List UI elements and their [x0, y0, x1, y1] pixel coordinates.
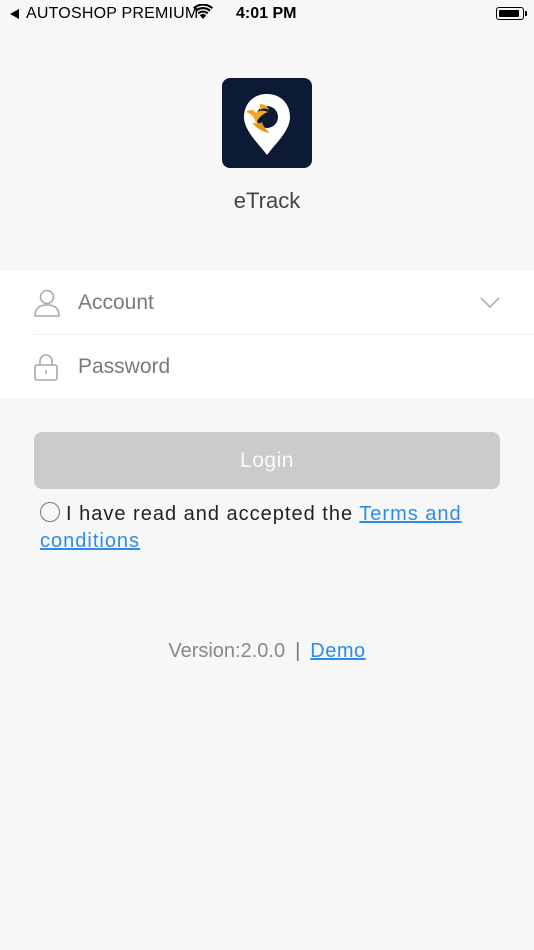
password-input[interactable]	[78, 349, 468, 385]
status-time: 4:01 PM	[236, 5, 297, 22]
version-footer: Version:2.0.0 | Demo	[0, 640, 534, 663]
terms-radio[interactable]	[40, 502, 60, 522]
user-icon	[34, 289, 60, 317]
carrier-name: AUTOSHOP PREMIUM	[26, 5, 199, 22]
terms-agreement: I have read and accepted the Terms and c…	[40, 501, 500, 555]
app-logo	[222, 78, 312, 168]
account-input[interactable]	[78, 285, 468, 321]
chevron-down-icon[interactable]	[480, 297, 500, 308]
lock-icon	[34, 354, 58, 381]
version-label: Version:2.0.0	[168, 640, 286, 662]
terms-text: I have read and accepted the	[66, 503, 360, 525]
account-row	[0, 271, 534, 335]
status-bar: AUTOSHOP PREMIUM 4:01 PM	[0, 0, 534, 28]
back-arrow-icon[interactable]	[10, 9, 19, 19]
password-row	[0, 335, 534, 398]
login-button[interactable]: Login	[34, 432, 500, 489]
login-form	[0, 271, 534, 399]
location-pin-logo-icon	[244, 94, 290, 155]
separator: |	[295, 640, 301, 662]
app-name: eTrack	[233, 188, 301, 213]
battery-icon	[496, 7, 527, 20]
battery-fill	[498, 9, 520, 17]
wifi-icon	[193, 4, 213, 19]
demo-link[interactable]: Demo	[310, 640, 365, 662]
